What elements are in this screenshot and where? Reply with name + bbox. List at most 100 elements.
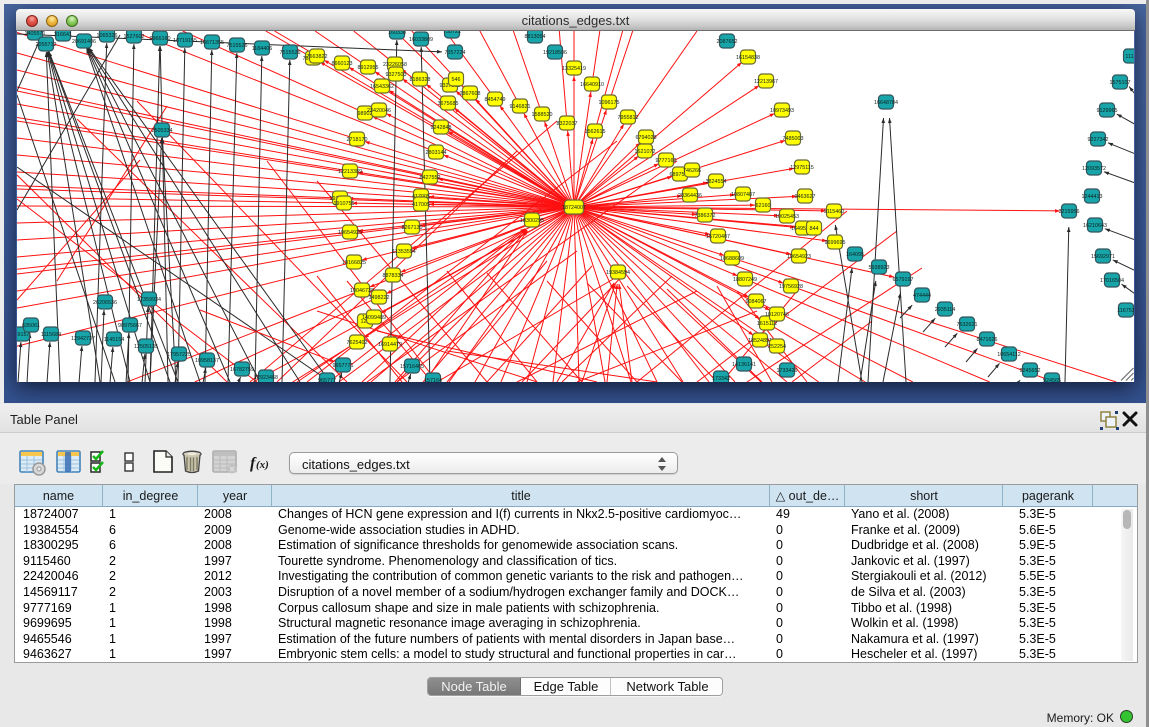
svg-text:16640910: 16640910 [580, 82, 604, 88]
svg-text:10120746: 10120746 [765, 312, 789, 318]
svg-text:1910755: 1910755 [334, 201, 355, 207]
svg-text:9657771: 9657771 [333, 363, 354, 369]
svg-text:12505135: 12505135 [134, 344, 158, 350]
svg-text:23420046: 23420046 [367, 108, 391, 114]
svg-text:7625402: 7625402 [347, 340, 368, 346]
svg-text:8186328: 8186328 [410, 77, 431, 83]
svg-text:9242848: 9242848 [431, 125, 452, 131]
svg-text:17957225: 17957225 [167, 352, 191, 358]
svg-text:9699695: 9699695 [825, 240, 846, 246]
svg-text:1096175: 1096175 [599, 100, 620, 106]
svg-text:17359934: 17359934 [137, 297, 161, 303]
svg-text:18300295: 18300295 [520, 218, 544, 224]
svg-text:965777: 965777 [318, 378, 336, 382]
svg-text:8322037: 8322037 [557, 121, 578, 127]
svg-text:9245652: 9245652 [1020, 368, 1041, 374]
svg-text:1615112: 1615112 [757, 321, 778, 327]
svg-text:2055712: 2055712 [36, 42, 57, 48]
svg-text:546: 546 [452, 77, 461, 83]
svg-text:8912955: 8912955 [358, 65, 379, 71]
svg-text:19654925: 19654925 [338, 230, 362, 236]
svg-text:2803144: 2803144 [426, 150, 447, 156]
svg-text:173342: 173342 [712, 376, 730, 382]
svg-text:16648784: 16648784 [874, 100, 898, 106]
svg-text:16782759: 16782759 [230, 367, 254, 373]
svg-text:3215956: 3215956 [1059, 209, 1080, 215]
svg-text:9129965: 9129965 [1097, 108, 1118, 114]
svg-text:9115460: 9115460 [824, 209, 845, 215]
svg-text:8878334: 8878334 [383, 273, 404, 279]
svg-text:1733426: 1733426 [777, 368, 798, 374]
svg-text:12975115: 12975115 [790, 165, 814, 171]
svg-text:2718170: 2718170 [347, 137, 368, 143]
svg-text:19218506: 19218506 [543, 50, 567, 56]
svg-text:5938923: 5938923 [869, 265, 890, 271]
svg-text:20364436: 20364436 [678, 193, 702, 199]
svg-text:14136141: 14136141 [732, 362, 756, 368]
svg-text:9146821: 9146821 [510, 104, 531, 110]
svg-text:12093572: 12093572 [1082, 166, 1106, 172]
svg-text:3675685: 3675685 [438, 101, 459, 107]
svg-text:15716465: 15716465 [400, 364, 424, 370]
svg-text:10719155: 10719155 [173, 38, 197, 44]
svg-text:15720407: 15720407 [706, 234, 730, 240]
svg-text:7955812: 7955812 [618, 115, 639, 121]
svg-text:474444: 474444 [913, 293, 931, 299]
svg-text:17016504: 17016504 [1100, 278, 1124, 284]
svg-text:26206536: 26206536 [93, 300, 117, 306]
svg-text:1588520: 1588520 [532, 112, 553, 118]
svg-text:7632621: 7632621 [957, 322, 978, 328]
svg-text:6966160: 6966160 [150, 36, 171, 42]
svg-text:1405571: 1405571 [25, 31, 46, 37]
svg-text:7515526: 7515526 [280, 50, 301, 56]
svg-text:12213389: 12213389 [338, 169, 362, 175]
svg-text:12923468: 12923468 [254, 375, 278, 381]
svg-text:1575107: 1575107 [1110, 80, 1131, 86]
svg-text:12942737: 12942737 [71, 336, 95, 342]
svg-text:1244413: 1244413 [1082, 194, 1103, 200]
svg-text:10958137: 10958137 [195, 358, 219, 364]
svg-text:18724007: 18724007 [562, 205, 586, 211]
svg-text:635061: 635061 [22, 323, 40, 329]
svg-text:157164: 157164 [424, 378, 442, 382]
svg-text:10025453: 10025453 [775, 214, 799, 220]
svg-text:39157: 39157 [17, 332, 30, 338]
svg-text:16154838: 16154838 [736, 55, 760, 61]
svg-text:6579197: 6579197 [893, 277, 914, 283]
svg-text:1621072: 1621072 [635, 149, 656, 155]
svg-text:19384554: 19384554 [606, 270, 630, 276]
svg-text:16914479: 16914479 [378, 342, 402, 348]
svg-text:1117: 1117 [1125, 54, 1134, 60]
svg-text:62160: 62160 [756, 203, 771, 209]
svg-text:13325419: 13325419 [562, 66, 586, 72]
svg-text:12213967: 12213967 [754, 79, 778, 85]
svg-text:417005: 417005 [412, 202, 430, 208]
svg-text:8471626: 8471626 [977, 337, 998, 343]
svg-text:9327503: 9327503 [386, 72, 407, 78]
svg-text:16543362: 16543362 [370, 84, 394, 90]
svg-text:9084067: 9084067 [746, 299, 767, 305]
svg-text:3824554: 3824554 [706, 179, 727, 185]
svg-text:9227342: 9227342 [1088, 137, 1109, 143]
svg-text:18807249: 18807249 [733, 277, 757, 283]
svg-text:2087652: 2087652 [717, 39, 738, 45]
svg-text:10973493: 10973493 [770, 108, 794, 114]
svg-text:19756928: 19756928 [779, 284, 803, 290]
svg-text:7386372: 7386372 [695, 213, 716, 219]
svg-text:11353594: 11353594 [392, 249, 416, 255]
svg-text:735722: 735722 [443, 31, 461, 35]
svg-text:16210643: 16210643 [1083, 223, 1107, 229]
svg-text:1498222: 1498222 [369, 295, 390, 301]
svg-text:160338: 160338 [388, 31, 406, 36]
svg-text:9463627: 9463627 [795, 194, 816, 200]
svg-text:7515526: 7515526 [227, 43, 248, 49]
svg-text:1065326: 1065326 [97, 33, 118, 39]
svg-text:10654112: 10654112 [997, 352, 1021, 358]
svg-text:7357224: 7357224 [445, 50, 466, 56]
svg-text:19654923: 19654923 [787, 254, 811, 260]
svg-text:746266: 746266 [683, 168, 701, 174]
svg-text:1527602: 1527602 [124, 34, 145, 40]
svg-text:8813054: 8813054 [525, 34, 546, 40]
svg-text:16033809: 16033809 [409, 37, 433, 43]
svg-text:14099489: 14099489 [362, 315, 386, 321]
